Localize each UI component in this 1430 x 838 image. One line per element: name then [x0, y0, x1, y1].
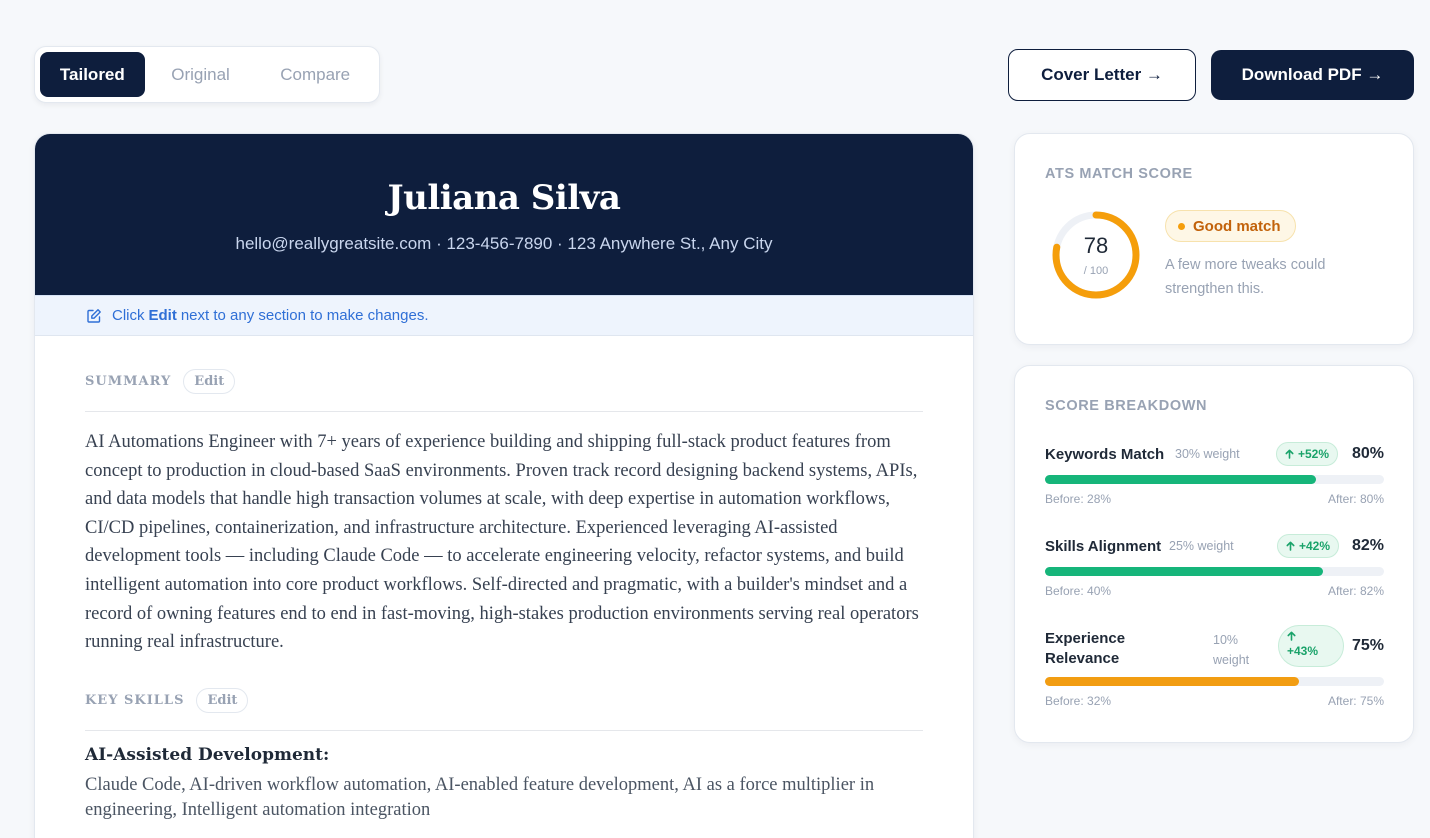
- metric-delta-badge: +43%: [1278, 625, 1344, 667]
- metric-progress-fill: [1045, 567, 1323, 576]
- metric-before: Before: 28%: [1045, 492, 1112, 506]
- skills-edit-button[interactable]: Edit: [196, 687, 249, 713]
- metric-delta-text: +42%: [1299, 539, 1331, 553]
- arrow-up-icon: [1286, 541, 1295, 551]
- hint-prefix: Click: [112, 307, 145, 324]
- skill-category-items: Claude Code, AI-driven workflow automati…: [85, 774, 875, 820]
- metric-delta-badge: +42%: [1277, 534, 1340, 558]
- view-tabs: Tailored Original Compare: [34, 46, 380, 103]
- metric-weight: 10% weight: [1213, 633, 1250, 667]
- metric-name: Keywords Match: [1045, 446, 1165, 463]
- hint-edit-word: Edit: [148, 307, 177, 324]
- tab-tailored[interactable]: Tailored: [40, 52, 145, 97]
- metric-progress-bar: [1045, 567, 1384, 576]
- edit-hint-bar: Click Edit next to any section to make c…: [35, 295, 973, 336]
- arrow-up-icon: [1287, 631, 1296, 641]
- hint-suffix: next to any section to make changes.: [180, 307, 429, 324]
- metric-percent: 75%: [1351, 637, 1384, 654]
- tab-compare[interactable]: Compare: [256, 52, 374, 97]
- match-description: A few more tweaks could strengthen this.: [1165, 257, 1326, 297]
- skill-category-name: AI-Assisted Development:: [85, 744, 330, 765]
- metric-delta-text: +52%: [1298, 447, 1330, 461]
- metric-after: After: 75%: [1327, 694, 1384, 708]
- ats-score-label: ATS MATCH SCORE: [1045, 166, 1193, 182]
- metric-progress-fill: [1045, 677, 1300, 686]
- tab-original[interactable]: Original: [145, 52, 257, 97]
- metric-percent: 82%: [1351, 537, 1384, 554]
- metric-name: Experience Relevance: [1045, 630, 1126, 667]
- match-status-text: Good match: [1193, 217, 1281, 235]
- metric-after: After: 80%: [1327, 492, 1384, 506]
- match-status-badge: Good match: [1165, 210, 1296, 242]
- summary-section: SUMMARY Edit AI Automations Engineer wit…: [35, 336, 973, 657]
- summary-text: AI Automations Engineer with 7+ years of…: [85, 432, 919, 653]
- metric-weight: 25% weight: [1169, 539, 1234, 553]
- cover-letter-button[interactable]: Cover Letter →: [1008, 49, 1196, 101]
- skills-section: KEY SKILLS Edit AI-Assisted Development:…: [35, 657, 973, 823]
- ats-score-max: / 100: [1083, 265, 1109, 277]
- resume-contact: hello@reallygreatsite.com · 123-456-7890…: [235, 234, 773, 253]
- summary-edit-button[interactable]: Edit: [183, 369, 236, 394]
- ats-score-value: 78: [1083, 233, 1109, 258]
- score-breakdown-label: SCORE BREAKDOWN: [1045, 398, 1208, 414]
- metric-experience-relevance: Experience Relevance 10% weight +43% 75%…: [1045, 625, 1384, 711]
- metric-delta-badge: +52%: [1276, 442, 1339, 466]
- metric-skills-alignment: Skills Alignment 25% weight +42% 82% Bef…: [1045, 534, 1384, 604]
- metric-percent: 80%: [1351, 445, 1384, 462]
- resume-header: Juliana Silva hello@reallygreatsite.com …: [35, 134, 973, 295]
- status-dot-icon: [1178, 222, 1185, 230]
- skills-title: KEY SKILLS: [85, 692, 185, 708]
- metric-after: After: 82%: [1327, 584, 1384, 598]
- metric-keywords-match: Keywords Match 30% weight +52% 80% Befor…: [1045, 442, 1384, 512]
- skills-header: KEY SKILLS Edit: [85, 657, 923, 731]
- metric-delta-text: +43%: [1287, 644, 1319, 658]
- metric-before: Before: 40%: [1045, 584, 1112, 598]
- ats-score-card: ATS MATCH SCORE 78 / 100 Good match A fe…: [1014, 133, 1414, 345]
- summary-title: SUMMARY: [85, 374, 172, 389]
- download-pdf-button[interactable]: Download PDF →: [1211, 50, 1414, 100]
- metric-progress-bar: [1045, 475, 1384, 484]
- metric-progress-bar: [1045, 677, 1384, 686]
- resume-name: Juliana Silva: [387, 178, 621, 218]
- summary-header: SUMMARY Edit: [85, 336, 923, 412]
- metric-name: Skills Alignment: [1045, 538, 1162, 555]
- metric-weight: 30% weight: [1175, 447, 1240, 461]
- resume-preview: Juliana Silva hello@reallygreatsite.com …: [34, 133, 974, 838]
- edit-icon: [87, 308, 101, 323]
- arrow-up-icon: [1285, 449, 1294, 459]
- metric-before: Before: 32%: [1045, 694, 1112, 708]
- score-breakdown-card: SCORE BREAKDOWN Keywords Match 30% weigh…: [1014, 365, 1414, 743]
- metric-progress-fill: [1045, 475, 1317, 484]
